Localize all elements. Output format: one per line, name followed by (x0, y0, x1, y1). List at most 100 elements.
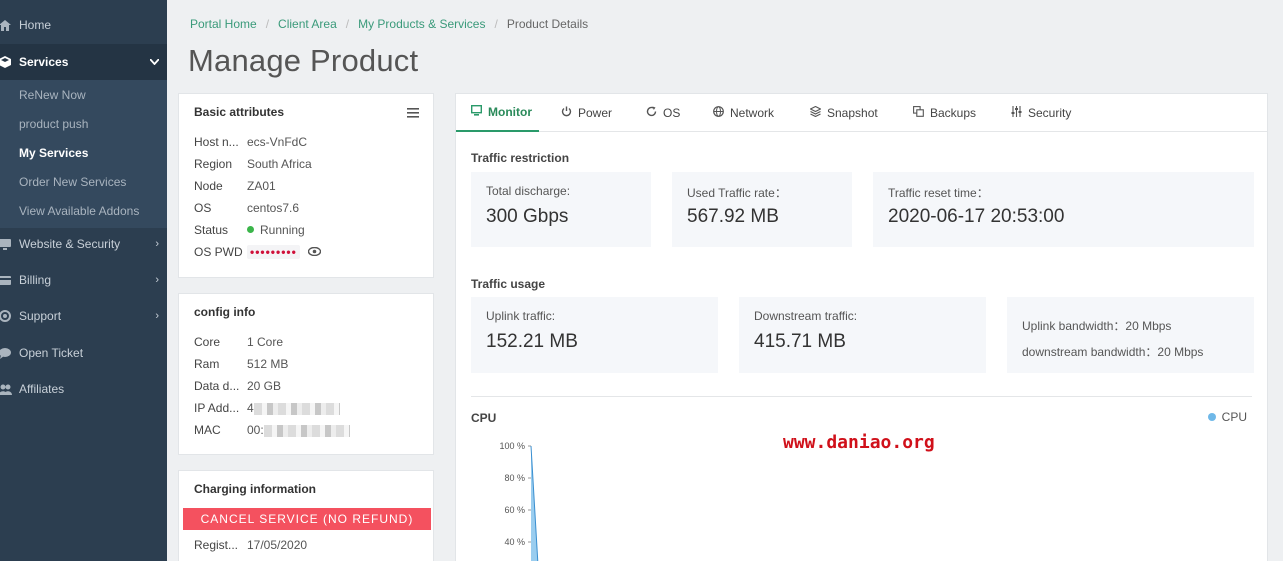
tab-backups[interactable]: Backups (913, 94, 976, 132)
monitor-tab-icon (470, 104, 483, 119)
cpu-y-tick-label: 60 % (504, 505, 525, 515)
sidebar-item-open-ticket[interactable]: Open Ticket (0, 335, 167, 371)
sidebar-item-label: Billing (19, 273, 52, 287)
sidebar-item-label: Affiliates (19, 382, 65, 396)
config-row-ip: IP Add... 4 (194, 401, 434, 417)
breadcrumb-client-area[interactable]: Client Area (278, 17, 337, 31)
config-row-core: Core 1 Core (194, 335, 284, 349)
sidebar: Home Services ReNew Now product push My … (0, 0, 167, 561)
globe-icon (713, 106, 724, 120)
attr-row-node: Node ZA01 (194, 179, 276, 193)
attr-row-os-pwd: OS PWD ••••••••• (194, 245, 434, 261)
submenu-item-my-services[interactable]: My Services (19, 146, 88, 160)
monitor-icon (0, 238, 14, 250)
cpu-chart: 100 % 80 % 60 % 40 % (499, 441, 539, 561)
breadcrumb-current: Product Details (506, 17, 589, 31)
attr-row-region: Region South Africa (194, 157, 312, 171)
sidebar-item-services[interactable]: Services (0, 44, 167, 80)
life-ring-icon (0, 310, 14, 322)
cpu-y-tick-label: 40 % (504, 537, 525, 547)
cpu-y-tick-label: 80 % (504, 473, 525, 483)
chevron-right-icon: › (155, 274, 159, 286)
comment-icon (0, 347, 14, 359)
charging-row-registered: Regist... 17/05/2020 (194, 538, 308, 552)
traffic-restriction-title: Traffic restriction (471, 151, 570, 165)
tab-security[interactable]: Security (1011, 94, 1071, 132)
chevron-right-icon: › (155, 310, 159, 322)
cancel-service-button[interactable]: CANCEL SERVICE (NO REFUND) (183, 508, 431, 530)
chevron-down-icon (149, 56, 160, 68)
tab-os[interactable]: OS (646, 94, 680, 132)
os-password-masked: ••••••••• (247, 245, 300, 259)
sidebar-item-label: Home (19, 18, 52, 32)
mac-redacted (263, 424, 350, 437)
attr-row-hostname: Host n... ecs-VnFdC (194, 135, 308, 149)
basic-attributes-title: Basic attributes (194, 105, 285, 119)
basic-attributes-card: Basic attributes Host n... ecs-VnFdC Regi… (178, 93, 434, 278)
layers-icon (809, 105, 822, 120)
submenu-item-view-addons[interactable]: View Available Addons (19, 204, 139, 218)
product-panel: Monitor Power OS Network Snapshot Backup… (455, 93, 1268, 561)
services-submenu: ReNew Now product push My Services Order… (0, 80, 167, 228)
cpu-legend-label: CPU (1221, 410, 1247, 424)
sidebar-item-label: Support (19, 309, 62, 323)
config-row-ram: Ram 512 MB (194, 357, 289, 371)
traffic-reset-stat: Traffic reset time： 2020-06-17 20:53:00 (873, 172, 1254, 247)
sidebar-item-label: Open Ticket (19, 346, 84, 360)
config-row-mac: MAC 00: (194, 423, 434, 439)
credit-card-icon (0, 275, 14, 285)
total-discharge-stat: Total discharge: 300 Gbps (471, 172, 651, 247)
status-running-dot (247, 226, 254, 233)
submenu-item-renew-now[interactable]: ReNew Now (19, 88, 86, 102)
sidebar-item-billing[interactable]: Billing › (0, 262, 167, 298)
breadcrumb: Portal Home / Client Area / My Products … (190, 17, 589, 31)
submenu-item-order-new-services[interactable]: Order New Services (19, 175, 126, 189)
sidebar-item-website-security[interactable]: Website & Security › (0, 226, 167, 262)
section-divider (471, 396, 1252, 397)
config-row-disk: Data d... 20 GB (194, 379, 282, 393)
tab-network[interactable]: Network (713, 94, 774, 132)
sidebar-item-home[interactable]: Home (0, 7, 167, 43)
sidebar-item-label: Services (19, 55, 69, 69)
traffic-usage-title: Traffic usage (471, 277, 546, 291)
status-badge: Running (260, 223, 305, 237)
power-icon (561, 106, 572, 120)
config-info-card: config info Core 1 Core Ram 512 MB Data d.… (178, 293, 434, 455)
charging-info-title: Charging information (194, 482, 316, 496)
attr-row-os: OS centos7.6 (194, 201, 300, 215)
eye-icon[interactable] (307, 245, 322, 259)
attr-row-status: Status Running (194, 223, 305, 237)
copy-icon (913, 106, 924, 120)
sliders-icon (1011, 106, 1022, 120)
downstream-traffic-stat: Downstream traffic: 415.71 MB (739, 297, 986, 373)
tab-power[interactable]: Power (561, 94, 612, 132)
tab-monitor[interactable]: Monitor (456, 94, 539, 132)
sidebar-item-label: Website & Security (19, 237, 121, 251)
cpu-chart-title: CPU (471, 411, 497, 425)
chevron-right-icon: › (155, 238, 159, 250)
charging-info-card: Charging information CANCEL SERVICE (NO … (178, 470, 434, 561)
product-tabs: Monitor Power OS Network Snapshot Backup… (456, 94, 1267, 132)
breadcrumb-my-products[interactable]: My Products & Services (358, 17, 485, 31)
hamburger-menu-icon[interactable] (407, 105, 419, 121)
home-icon (0, 19, 14, 31)
refresh-icon (646, 106, 657, 120)
uplink-bandwidth: Uplink bandwidth：20 Mbps (1022, 319, 1172, 333)
uplink-traffic-stat: Uplink traffic: 152.21 MB (471, 297, 718, 373)
users-icon (0, 384, 14, 395)
config-info-title: config info (194, 305, 256, 319)
watermark-text: www.daniao.org (783, 432, 935, 453)
sidebar-item-affiliates[interactable]: Affiliates (0, 371, 167, 407)
cube-icon (0, 56, 14, 68)
page-title: Manage Product (188, 43, 419, 78)
bandwidth-stat: Uplink bandwidth：20 Mbps downstream band… (1007, 297, 1254, 373)
cpu-legend: CPU (1207, 410, 1247, 424)
breadcrumb-portal-home[interactable]: Portal Home (190, 17, 257, 31)
submenu-item-product-push[interactable]: product push (19, 117, 88, 131)
used-traffic-stat: Used Traffic rate： 567.92 MB (672, 172, 852, 247)
downstream-bandwidth: downstream bandwidth：20 Mbps (1022, 345, 1204, 359)
ip-redacted (253, 402, 340, 415)
sidebar-item-support[interactable]: Support › (0, 298, 167, 334)
tab-snapshot[interactable]: Snapshot (809, 94, 878, 132)
cpu-legend-swatch (1207, 413, 1216, 421)
